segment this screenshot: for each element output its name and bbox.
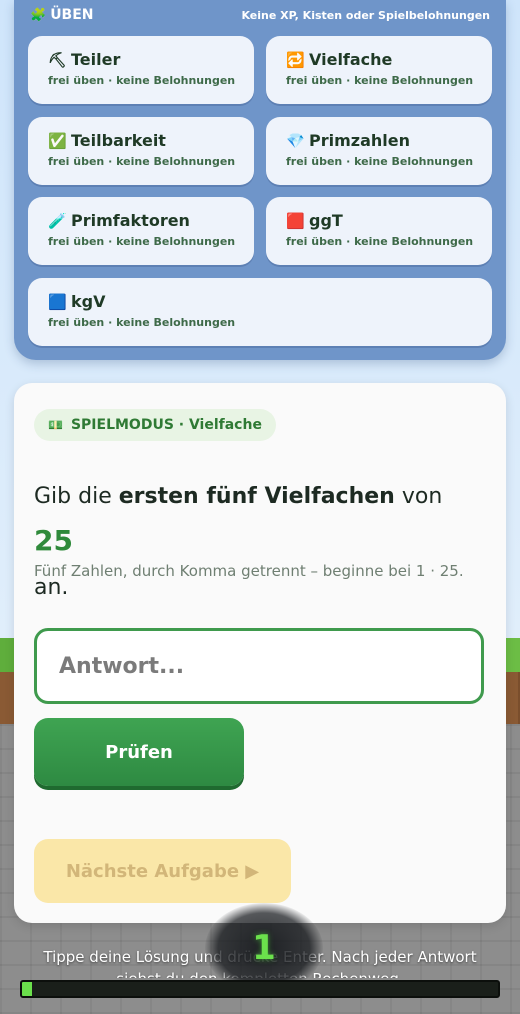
check-button[interactable]: Prüfen bbox=[34, 718, 244, 786]
repeat-icon: 🔁 bbox=[286, 50, 305, 69]
question-mid: von bbox=[394, 484, 443, 509]
tile-title: 🟦 kgV bbox=[48, 292, 492, 311]
practice-tile-ggt[interactable]: 🟥 ggT frei üben · keine Belohnungen bbox=[266, 197, 492, 265]
puzzle-icon: 🧩 bbox=[30, 7, 47, 23]
practice-panel: 🧩 ÜBEN Keine XP, Kisten oder Spielbelohn… bbox=[14, 0, 506, 360]
tile-subtitle: frei üben · keine Belohnungen bbox=[48, 316, 236, 329]
practice-note: Keine XP, Kisten oder Spielbelohnungen bbox=[241, 8, 490, 22]
tile-title: 💎 Primzahlen bbox=[286, 131, 492, 150]
tile-label: Vielfache bbox=[309, 50, 393, 69]
tile-label: kgV bbox=[71, 292, 106, 311]
money-icon: 💵 bbox=[48, 418, 63, 432]
hint-text: Fünf Zahlen, durch Komma getrennt – begi… bbox=[34, 562, 464, 580]
tile-label: Teilbarkeit bbox=[71, 131, 166, 150]
gem-icon: 💎 bbox=[286, 131, 305, 150]
practice-tile-vielfache[interactable]: 🔁 Vielfache frei üben · keine Belohnunge… bbox=[266, 36, 492, 104]
answer-input[interactable] bbox=[34, 628, 484, 704]
tile-title: 🔁 Vielfache bbox=[286, 50, 492, 69]
question-number: 25 bbox=[34, 524, 73, 557]
practice-title-text: ÜBEN bbox=[50, 7, 94, 23]
practice-tile-kgv[interactable]: 🟦 kgV frei üben · keine Belohnungen bbox=[28, 278, 492, 346]
tile-label: ggT bbox=[309, 211, 343, 230]
question-pre: Gib die bbox=[34, 484, 119, 509]
xp-progress-fill bbox=[22, 982, 32, 996]
tile-label: Primfaktoren bbox=[71, 211, 190, 230]
checkmark-icon: ✅ bbox=[48, 131, 67, 150]
level-number: 1 bbox=[252, 928, 276, 968]
tile-title: ✅ Teilbarkeit bbox=[48, 131, 254, 150]
next-task-button[interactable]: Nächste Aufgabe ▶ bbox=[34, 839, 291, 903]
blue-square-icon: 🟦 bbox=[48, 292, 67, 311]
mode-label: SPIELMODUS · Vielfache bbox=[70, 417, 262, 433]
tile-title: ⛏ Teiler bbox=[48, 50, 254, 69]
tile-subtitle: frei üben · keine Belohnungen bbox=[48, 74, 236, 87]
practice-tile-primfaktoren[interactable]: 🧪 Primfaktoren frei üben · keine Belohnu… bbox=[28, 197, 254, 265]
practice-title: 🧩 ÜBEN bbox=[30, 7, 94, 23]
practice-tile-teiler[interactable]: ⛏ Teiler frei üben · keine Belohnungen bbox=[28, 36, 254, 104]
question-text: Gib die ersten fünf Vielfachen von 25 an… bbox=[34, 475, 474, 610]
practice-tile-primzahlen[interactable]: 💎 Primzahlen frei üben · keine Belohnung… bbox=[266, 117, 492, 185]
practice-header: 🧩 ÜBEN Keine XP, Kisten oder Spielbelohn… bbox=[30, 6, 490, 24]
test-tube-icon: 🧪 bbox=[48, 211, 67, 230]
xp-progress-bar bbox=[20, 980, 500, 998]
tile-subtitle: frei üben · keine Belohnungen bbox=[286, 74, 474, 87]
tile-subtitle: frei üben · keine Belohnungen bbox=[286, 155, 474, 168]
pickaxe-icon: ⛏ bbox=[48, 50, 68, 69]
tile-subtitle: frei üben · keine Belohnungen bbox=[286, 235, 474, 248]
tile-title: 🟥 ggT bbox=[286, 211, 492, 230]
practice-tile-teilbarkeit[interactable]: ✅ Teilbarkeit frei üben · keine Belohnun… bbox=[28, 117, 254, 185]
tile-title: 🧪 Primfaktoren bbox=[48, 211, 254, 230]
tile-label: Primzahlen bbox=[309, 131, 410, 150]
tile-subtitle: frei üben · keine Belohnungen bbox=[48, 155, 236, 168]
mode-badge: 💵 SPIELMODUS · Vielfache bbox=[34, 409, 276, 441]
question-bold: ersten fünf Vielfachen bbox=[118, 484, 395, 509]
tile-label: Teiler bbox=[71, 50, 121, 69]
tile-subtitle: frei üben · keine Belohnungen bbox=[48, 235, 236, 248]
game-card: 💵 SPIELMODUS · Vielfache Gib die ersten … bbox=[14, 383, 506, 923]
red-square-icon: 🟥 bbox=[286, 211, 305, 230]
